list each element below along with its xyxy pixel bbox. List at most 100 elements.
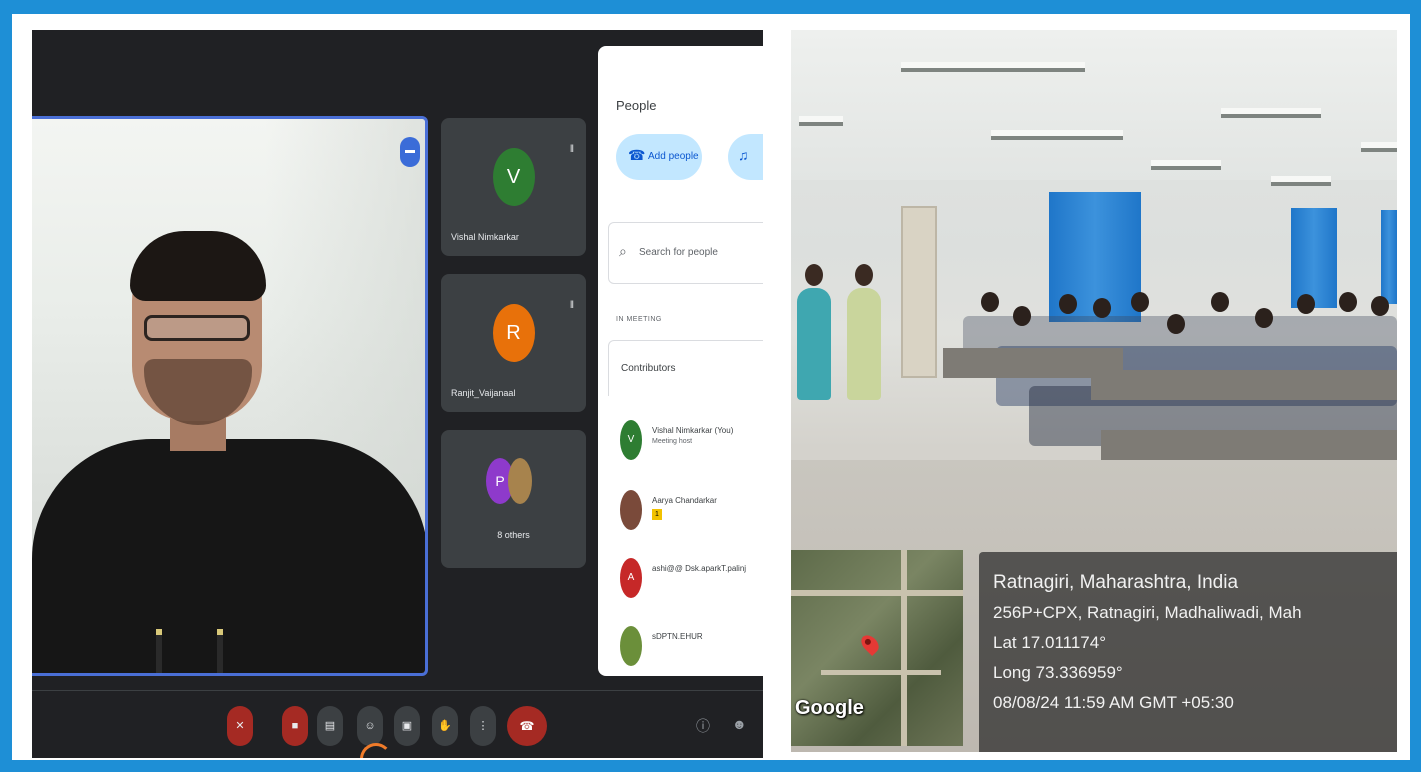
- avatar-photo: [508, 458, 532, 504]
- student-head: [1013, 306, 1031, 326]
- add-people-button[interactable]: ☎ Add people: [616, 134, 702, 180]
- teacher-figure: [847, 264, 881, 400]
- end-call-icon[interactable]: ☎: [507, 706, 547, 746]
- add-person-icon: ☎: [628, 147, 646, 163]
- speaker-body: [32, 439, 425, 673]
- student-head: [1339, 292, 1357, 312]
- student-head: [981, 292, 999, 312]
- participant-list-item[interactable]: V Vishal Nimkarkar (You) Meeting host: [620, 414, 763, 464]
- student-head: [1059, 294, 1077, 314]
- search-placeholder: Search for people: [639, 247, 718, 258]
- others-count: 8 others: [497, 530, 530, 540]
- present-icon[interactable]: ▣: [394, 706, 420, 746]
- participant-list-item[interactable]: sDPTN.EHUR: [620, 620, 763, 670]
- participant-name: Vishal Nimkarkar: [451, 232, 519, 242]
- map-road: [791, 590, 963, 596]
- share-button[interactable]: ♫: [728, 134, 763, 180]
- mic-off-icon[interactable]: ✕: [227, 706, 253, 746]
- head: [855, 264, 873, 286]
- student-head: [1167, 314, 1185, 334]
- hand-raised-badge: 1: [652, 509, 662, 520]
- speaker-beard: [144, 359, 252, 425]
- info-icon[interactable]: ⓘ: [696, 716, 710, 736]
- participant-role: Meeting host: [652, 438, 693, 445]
- student-head: [1297, 294, 1315, 314]
- speaker-hair: [130, 231, 266, 301]
- panel-title: People: [616, 98, 657, 113]
- active-speaker-tile[interactable]: [32, 116, 428, 676]
- participant-name: Ranjit_Vaijanaal: [451, 388, 516, 398]
- student-head: [1255, 308, 1273, 328]
- student-head: [1211, 292, 1229, 312]
- ceiling-light: [1271, 176, 1331, 186]
- google-logo: Google: [795, 697, 864, 719]
- section-label: IN MEETING: [616, 316, 662, 323]
- participant-list-item[interactable]: Aarya Chandarkar 1: [620, 484, 763, 534]
- geotag-longitude: Long 73.336959°: [993, 663, 1123, 682]
- map-road: [821, 670, 941, 675]
- participant-name: Aarya Chandarkar: [652, 496, 717, 505]
- people-icon[interactable]: ☻: [732, 716, 747, 732]
- raise-hand-icon[interactable]: ✋: [432, 706, 458, 746]
- avatar: A: [620, 558, 642, 598]
- avatar-photo: [620, 490, 642, 530]
- classroom-photo: Google Ratnagiri, Maharashtra, India 256…: [791, 30, 1397, 752]
- search-icon: ⌕: [619, 243, 627, 259]
- door: [901, 206, 937, 378]
- ceiling: [791, 30, 1397, 180]
- emoji-icon[interactable]: ☺: [357, 706, 383, 746]
- ceiling-light: [1151, 160, 1221, 170]
- ceiling-light: [1361, 142, 1397, 152]
- participant-tile[interactable]: R ‖ Ranjit_Vaijanaal: [441, 274, 586, 412]
- captions-icon[interactable]: ▤: [317, 706, 343, 746]
- desk: [1101, 430, 1397, 460]
- participant-list-item[interactable]: A ashi@@ Dsk.aparkT.palinj: [620, 552, 763, 602]
- geotag-place: Ratnagiri, Maharashtra, India: [993, 572, 1239, 593]
- geotag-latitude: Lat 17.011174°: [993, 633, 1106, 652]
- hoodie-string: [156, 629, 162, 673]
- geotag-address: 256P+CPX, Ratnagiri, Madhaliwadi, Mah: [993, 603, 1302, 622]
- head: [805, 264, 823, 286]
- people-panel: People ☎ Add people ♫ ⌕ Search for peopl…: [598, 46, 763, 676]
- ceiling-light: [799, 116, 843, 126]
- others-avatars: P: [486, 458, 546, 506]
- avatar: V: [492, 148, 535, 206]
- avatar-photo: [620, 626, 642, 666]
- participant-name: sDPTN.EHUR: [652, 632, 703, 641]
- location-map-thumbnail: Google: [791, 550, 963, 746]
- people-link-icon: ♫: [738, 147, 749, 163]
- student-head: [1371, 296, 1389, 316]
- window-curtain: [1381, 210, 1397, 304]
- desk: [1091, 370, 1397, 400]
- camera-off-icon[interactable]: ■: [282, 706, 308, 746]
- ceiling-light: [1221, 108, 1321, 118]
- hoodie-string: [217, 629, 223, 673]
- others-tile[interactable]: P 8 others: [441, 430, 586, 568]
- pin-icon[interactable]: ‖: [570, 144, 574, 155]
- contributors-label: Contributors: [621, 363, 676, 374]
- participant-tile[interactable]: V ‖ Vishal Nimkarkar: [441, 118, 586, 256]
- map-road: [901, 550, 907, 746]
- pin-icon[interactable]: ‖: [570, 300, 574, 311]
- ceiling-light: [991, 130, 1123, 140]
- geotag-datetime: 08/08/24 11:59 AM GMT +05:30: [993, 693, 1234, 712]
- student-head: [1131, 292, 1149, 312]
- tile-options-button[interactable]: [400, 137, 420, 167]
- participant-name: ashi@@ Dsk.aparkT.palinj: [652, 564, 747, 573]
- add-people-label: Add people: [648, 151, 699, 162]
- search-people-input[interactable]: ⌕ Search for people: [608, 222, 763, 284]
- speaker-glasses: [144, 315, 250, 341]
- window-curtain: [1291, 208, 1337, 308]
- teacher-figure: [797, 264, 831, 400]
- participant-name: Vishal Nimkarkar (You): [652, 426, 734, 435]
- map-pin-icon: [857, 631, 883, 657]
- avatar: R: [492, 304, 535, 362]
- meeting-toolbar: ✕ ■ ▤ ☺ ▣ ✋ ⋮ ☎ ⓘ ☻: [32, 690, 763, 758]
- student-head: [1093, 298, 1111, 318]
- contributors-section[interactable]: Contributors: [608, 340, 763, 396]
- geotag-overlay: Ratnagiri, Maharashtra, India 256P+CPX, …: [979, 552, 1397, 752]
- ceiling-light: [901, 62, 1085, 72]
- avatar: V: [620, 420, 642, 460]
- more-icon[interactable]: ⋮: [470, 706, 496, 746]
- video-meeting-screenshot: V ‖ Vishal Nimkarkar R ‖ Ranjit_Vaijanaa…: [32, 30, 763, 758]
